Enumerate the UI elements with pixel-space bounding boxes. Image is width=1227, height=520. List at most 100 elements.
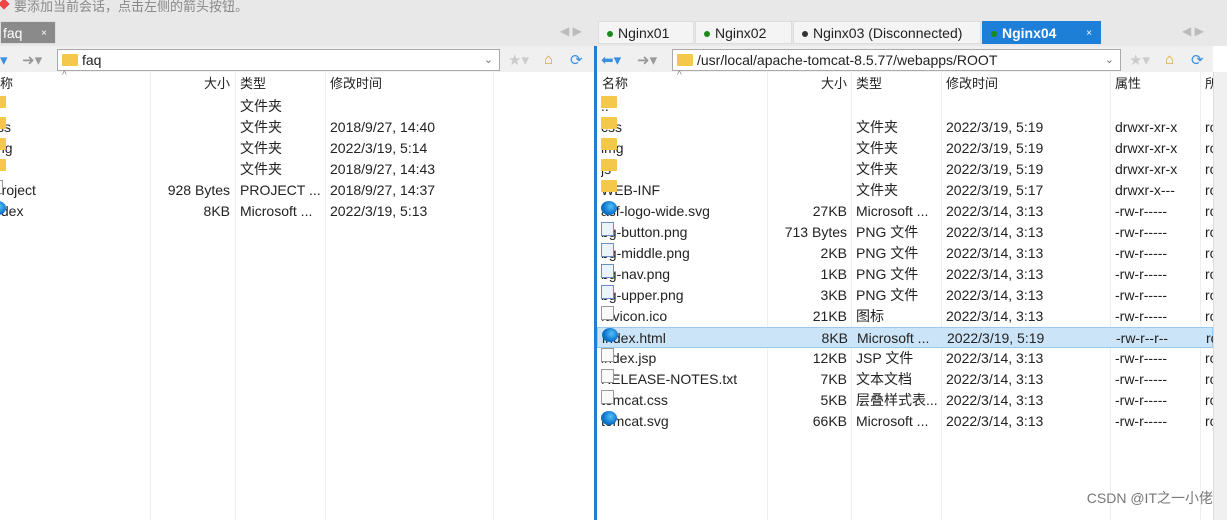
cell-name: asf-logo-wide.svg — [601, 201, 766, 222]
cell-attr: drwxr-xr-x — [1115, 140, 1178, 156]
header-type[interactable]: 类型 — [240, 72, 266, 96]
cell-attr: -rw-r----- — [1115, 266, 1168, 282]
file-row[interactable]: WEB-INF 文件夹 2022/3/19, 5:17 drwxr-x--- ro — [597, 180, 1217, 201]
cell-type: 层叠样式表... — [856, 392, 938, 408]
header-size[interactable]: 大小 — [767, 72, 847, 96]
file-row[interactable]: js 文件夹 2018/9/27, 14:43 — [0, 159, 594, 180]
cell-modified: 2018/9/27, 14:43 — [330, 161, 436, 177]
session-bar: 要添加当前会话，点击左侧的箭头按钮。 faq × ◀ ▶ Nginx01 Ngin… — [0, 0, 1227, 46]
file-row[interactable]: index.jsp 12KB JSP 文件 2022/3/14, 3:13 -rw-r-… — [597, 348, 1217, 369]
cell-modified: 2022/3/19, 5:19 — [947, 330, 1045, 346]
right-toolbar: ⬅▾ ➜▾ /usr/local/apache-tomcat-8.5.77/we… — [597, 46, 1213, 72]
tab-nginx02[interactable]: Nginx02 — [695, 21, 792, 44]
cell-modified: 2022/3/14, 3:13 — [946, 266, 1044, 282]
cell-size: 7KB — [820, 371, 847, 387]
file-row[interactable]: favicon.ico 21KB 图标 2022/3/14, 3:13 -rw-r---… — [597, 306, 1217, 327]
file-row[interactable]: asf-logo-wide.svg 27KB Microsoft ... 2022/3… — [597, 201, 1217, 222]
cell-type: Microsoft ... — [856, 413, 929, 429]
tab-nginx03[interactable]: Nginx03 (Disconnected) — [793, 21, 981, 44]
cell-modified: 2022/3/19, 5:14 — [330, 140, 428, 156]
cell-name: bg-nav.png — [601, 264, 766, 285]
refresh-icon[interactable]: ⟳ — [570, 51, 583, 69]
header-name[interactable]: 名称 — [602, 72, 628, 96]
path-input[interactable]: /usr/local/apache-tomcat-8.5.77/webapps/… — [672, 49, 1121, 71]
chevron-down-icon[interactable]: ⌄ — [484, 50, 493, 70]
path-input[interactable]: faq ⌄ — [57, 49, 500, 71]
tab-faq[interactable]: faq × — [0, 21, 56, 44]
img-icon — [601, 243, 614, 257]
cell-size: 12KB — [812, 350, 847, 366]
file-row[interactable]: tomcat.css 5KB 层叠样式表... 2022/3/14, 3:13 -rw-… — [597, 390, 1217, 411]
scrollbar[interactable] — [1213, 72, 1227, 520]
forward-icon[interactable]: ➜▾ — [22, 51, 42, 69]
bookmark-star-icon[interactable]: ★▾ — [508, 51, 529, 69]
status-dot — [802, 31, 808, 38]
doc-icon — [0, 180, 3, 194]
file-row[interactable]: bg-upper.png 3KB PNG 文件 2022/3/14, 3:13 -rw-… — [597, 285, 1217, 306]
cell-name: tomcat.svg — [601, 411, 766, 432]
file-row[interactable]: css文件夹2022/3/19, 5:19drwxr-xr-xro — [597, 117, 1217, 138]
chevron-down-icon[interactable]: ⌄ — [1105, 50, 1114, 70]
header-type[interactable]: 类型 — [856, 72, 882, 96]
tab-nginx01[interactable]: Nginx01 — [598, 21, 694, 44]
cell-modified: 2022/3/14, 3:13 — [946, 308, 1044, 324]
file-row[interactable]: img文件夹2022/3/19, 5:19drwxr-xr-xro — [597, 138, 1217, 159]
cell-attr: -rw-r----- — [1115, 224, 1168, 240]
file-row[interactable]: js文件夹2022/3/19, 5:19drwxr-xr-xro — [597, 159, 1217, 180]
back-icon[interactable]: ▾ — [0, 51, 8, 69]
cell-name: css — [601, 117, 766, 138]
edge-icon — [602, 328, 618, 342]
header-modified[interactable]: 修改时间 — [330, 72, 382, 96]
file-row[interactable]: tomcat.svg 66KB Microsoft ... 2022/3/14, 3:… — [597, 411, 1217, 432]
cell-modified: 2022/3/14, 3:13 — [946, 224, 1044, 240]
column-headers: 名称 ^ 大小 类型 修改时间 属性 所 — [597, 70, 1218, 96]
bookmark-star-icon[interactable]: ★▾ — [1129, 51, 1150, 69]
cell-modified: 2022/3/19, 5:19 — [946, 119, 1044, 135]
cell-type: Microsoft ... — [857, 330, 930, 346]
home-icon[interactable]: ⌂ — [544, 51, 553, 68]
forward-icon[interactable]: ➜▾ — [637, 51, 657, 69]
cell-size: 3KB — [820, 287, 847, 303]
header-size[interactable]: 大小 — [150, 72, 230, 96]
file-row[interactable]: RELEASE-NOTES.txt 7KB 文本文档 2022/3/14, 3:13 -… — [597, 369, 1217, 390]
back-icon[interactable]: ⬅▾ — [601, 51, 621, 69]
close-icon[interactable]: × — [41, 22, 47, 45]
refresh-icon[interactable]: ⟳ — [1191, 51, 1204, 69]
header-attributes[interactable]: 属性 — [1115, 72, 1141, 96]
file-row[interactable]: .. 文件夹 — [0, 96, 594, 117]
folder-icon — [601, 159, 617, 171]
tab-nginx04[interactable]: Nginx04 × — [982, 21, 1101, 44]
cell-attr: -rw-r----- — [1115, 350, 1168, 366]
folder-icon — [601, 117, 617, 129]
cell-name: index.jsp — [601, 348, 766, 369]
tab-scroll-arrows[interactable]: ◀ ▶ — [1182, 24, 1204, 38]
cell-type: PNG 文件 — [856, 266, 919, 282]
file-row[interactable]: bg-button.png 713 Bytes PNG 文件 2022/3/14, 3… — [597, 222, 1217, 243]
tab-scroll-arrows[interactable]: ◀ ▶ — [560, 24, 582, 38]
cell-size: 66KB — [812, 413, 847, 429]
left-file-list: 称 ^ 大小 类型 修改时间 .. 文件夹 css 文件夹 2018/9/27, 14:… — [0, 70, 594, 520]
cell-name: RELEASE-NOTES.txt — [601, 369, 766, 390]
cell-name: bg-button.png — [601, 222, 766, 243]
cell-type: 文件夹 — [240, 98, 282, 114]
home-icon[interactable]: ⌂ — [1165, 51, 1174, 68]
file-row[interactable]: bg-middle.png 2KB PNG 文件 2022/3/14, 3:13 -rw… — [597, 243, 1217, 264]
cell-attr: -rw-r----- — [1115, 371, 1168, 387]
header-name[interactable]: 称 — [0, 72, 13, 96]
cell-modified: 2022/3/14, 3:13 — [946, 392, 1044, 408]
cell-type: Microsoft ... — [856, 203, 929, 219]
cell-name: favicon.ico — [601, 306, 766, 327]
file-row[interactable]: .. — [597, 96, 1213, 117]
file-row[interactable]: css 文件夹 2018/9/27, 14:40 — [0, 117, 594, 138]
file-row[interactable]: .project 928 Bytes PROJECT ... 2018/9/27, 1… — [0, 180, 594, 201]
file-row[interactable]: index 8KB Microsoft ... 2022/3/19, 5:13 — [0, 201, 594, 222]
cell-type: 文件夹 — [856, 182, 898, 198]
close-icon[interactable]: × — [1086, 22, 1092, 45]
cell-modified: 2022/3/19, 5:19 — [946, 140, 1044, 156]
doc-icon — [601, 369, 614, 383]
folder-icon — [0, 138, 6, 150]
file-row[interactable]: index.html 8KB Microsoft ... 2022/3/19, 5:1… — [597, 327, 1218, 348]
file-row[interactable]: img 文件夹 2022/3/19, 5:14 — [0, 138, 594, 159]
file-row[interactable]: bg-nav.png 1KB PNG 文件 2022/3/14, 3:13 -rw-r-… — [597, 264, 1217, 285]
header-modified[interactable]: 修改时间 — [946, 72, 998, 96]
